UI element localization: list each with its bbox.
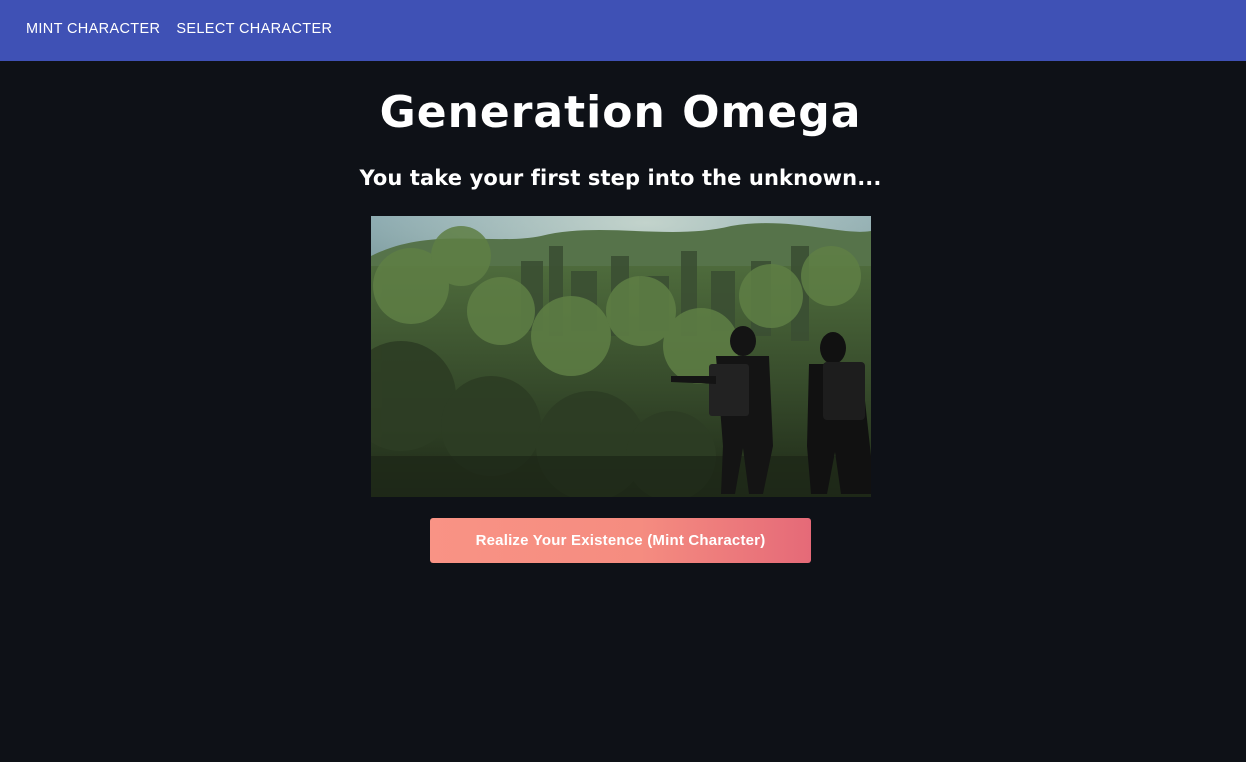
nav-mint-character[interactable]: MINT CHARACTER — [18, 0, 168, 37]
nav-select-character[interactable]: SELECT CHARACTER — [168, 0, 340, 37]
mint-character-button[interactable]: Realize Your Existence (Mint Character) — [430, 518, 811, 563]
hero-image — [371, 216, 871, 497]
main-content: Generation Omega You take your first ste… — [0, 61, 1246, 762]
top-navbar: MINT CHARACTER SELECT CHARACTER — [0, 0, 1246, 61]
page-title: Generation Omega — [379, 87, 862, 138]
page-subtitle: You take your first step into the unknow… — [359, 166, 882, 190]
